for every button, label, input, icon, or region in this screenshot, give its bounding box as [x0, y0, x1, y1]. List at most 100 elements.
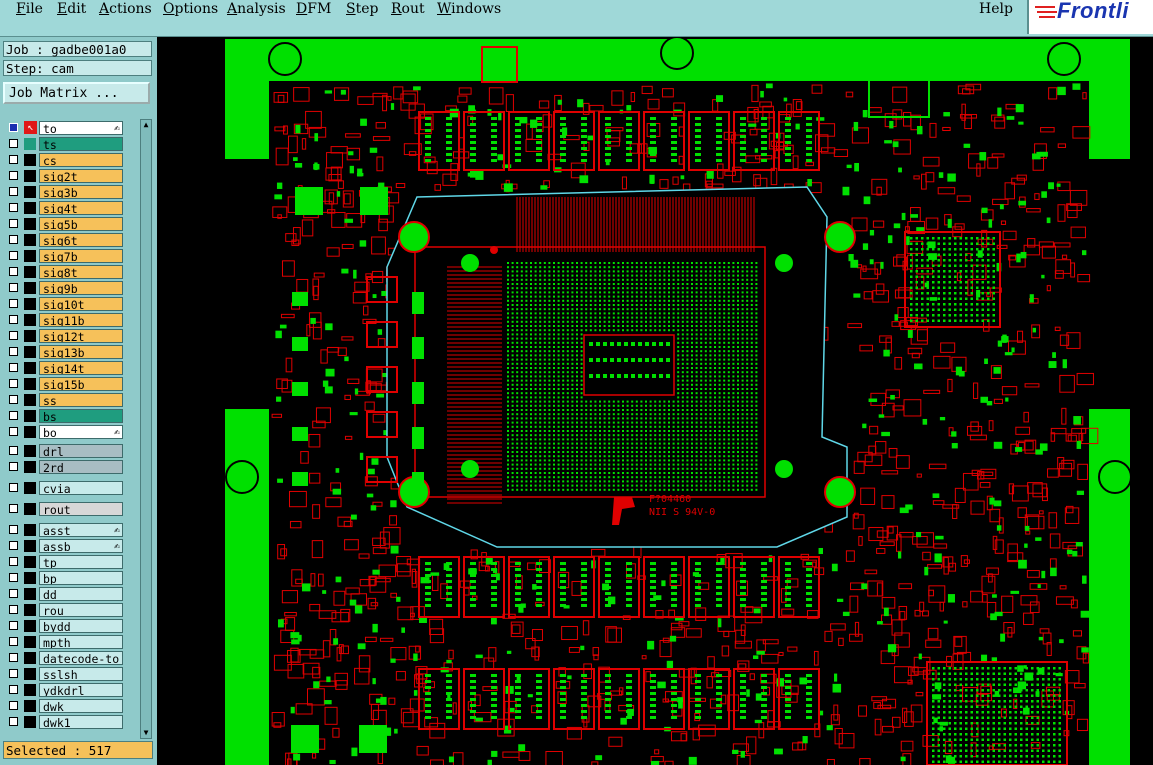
graphic-canvas[interactable]: F?04460 NII S 94V-0 — [157, 37, 1153, 765]
affected-marker-icon[interactable] — [9, 123, 18, 132]
layer-checkbox[interactable] — [9, 701, 18, 710]
layer-row-drl[interactable]: drl — [4, 444, 124, 458]
menu-windows[interactable]: Windows — [437, 0, 501, 18]
layer-row-bydd[interactable]: bydd — [4, 619, 124, 633]
layer-row-ydkdrl[interactable]: ydkdrl — [4, 683, 124, 697]
layer-visibility-box[interactable] — [24, 700, 36, 712]
layer-row-sig6t[interactable]: sig6t — [4, 233, 124, 247]
layer-visibility-box[interactable] — [24, 572, 36, 584]
layer-visibility-box[interactable] — [24, 298, 36, 310]
layer-name[interactable]: datecode-to — [39, 651, 123, 665]
layer-row-sslsh[interactable]: sslsh — [4, 667, 124, 681]
layer-checkbox[interactable] — [9, 203, 18, 212]
layer-row-cs[interactable]: cs — [4, 153, 124, 167]
layer-visibility-box[interactable] — [24, 266, 36, 278]
layer-checkbox[interactable] — [9, 589, 18, 598]
layer-row-rou[interactable]: rou — [4, 603, 124, 617]
layer-checkbox[interactable] — [9, 525, 18, 534]
layer-name[interactable]: sig5b — [39, 217, 123, 231]
layer-checkbox[interactable] — [9, 685, 18, 694]
layer-row-sig13b[interactable]: sig13b — [4, 345, 124, 359]
layer-name[interactable]: sig11b — [39, 313, 123, 327]
layer-visibility-box[interactable] — [24, 604, 36, 616]
layer-row-datecode-to[interactable]: datecode-to — [4, 651, 124, 665]
layer-checkbox[interactable] — [9, 171, 18, 180]
layer-row-cvia[interactable]: cvia — [4, 481, 124, 495]
menu-rout[interactable]: Rout — [391, 0, 425, 18]
layer-visibility-box[interactable] — [24, 202, 36, 214]
layer-visibility-box[interactable] — [24, 410, 36, 422]
menu-help[interactable]: Help — [979, 0, 1013, 18]
layer-name[interactable]: sig4t — [39, 201, 123, 215]
layer-visibility-box[interactable] — [24, 620, 36, 632]
layer-name[interactable]: rout — [39, 502, 123, 516]
menu-options[interactable]: Options — [163, 0, 218, 18]
layer-row-sig7b[interactable]: sig7b — [4, 249, 124, 263]
layer-row-sig11b[interactable]: sig11b — [4, 313, 124, 327]
layer-name[interactable]: ydkdrl — [39, 683, 123, 697]
work-layer-arrow-icon[interactable]: ↖ — [24, 121, 37, 134]
layer-name[interactable]: sslsh — [39, 667, 123, 681]
layer-row-mpth[interactable]: mpth — [4, 635, 124, 649]
layer-name[interactable]: sig8t — [39, 265, 123, 279]
layer-visibility-box[interactable] — [24, 636, 36, 648]
layer-name[interactable]: 2rd — [39, 460, 123, 474]
layer-name[interactable]: ss — [39, 393, 123, 407]
layer-row-2rd[interactable]: 2rd — [4, 460, 124, 474]
layer-name[interactable]: bo ✍ — [39, 425, 123, 439]
layer-checkbox[interactable] — [9, 235, 18, 244]
layer-visibility-box[interactable] — [24, 314, 36, 326]
layer-name[interactable]: bydd — [39, 619, 123, 633]
menu-step[interactable]: Step — [346, 0, 378, 18]
layer-row-sig9b[interactable]: sig9b — [4, 281, 124, 295]
layer-name[interactable]: drl — [39, 444, 123, 458]
layer-visibility-box[interactable] — [24, 346, 36, 358]
layer-checkbox[interactable] — [9, 637, 18, 646]
layer-row-sig5b[interactable]: sig5b — [4, 217, 124, 231]
layer-visibility-box[interactable] — [24, 588, 36, 600]
layer-name[interactable]: bs — [39, 409, 123, 423]
layer-visibility-box[interactable] — [24, 394, 36, 406]
layer-visibility-box[interactable] — [24, 540, 36, 552]
layer-row-dwk1[interactable]: dwk1 — [4, 715, 124, 729]
layer-visibility-box[interactable] — [24, 330, 36, 342]
layer-checkbox[interactable] — [9, 573, 18, 582]
layer-checkbox[interactable] — [9, 283, 18, 292]
layer-row-bo[interactable]: bo ✍ — [4, 425, 124, 439]
layer-name[interactable]: sig12t — [39, 329, 123, 343]
layer-checkbox[interactable] — [9, 251, 18, 260]
layer-checkbox[interactable] — [9, 411, 18, 420]
scroll-up-icon[interactable]: ▲ — [141, 120, 151, 130]
layer-visibility-box[interactable] — [24, 716, 36, 728]
layer-name[interactable]: asst ✍ — [39, 523, 123, 537]
layer-visibility-box[interactable] — [24, 378, 36, 390]
layer-name[interactable]: mpth — [39, 635, 123, 649]
layer-row-to[interactable]: ↖ to ✍ — [4, 121, 124, 135]
layer-checkbox[interactable] — [9, 219, 18, 228]
layer-row-sig10t[interactable]: sig10t — [4, 297, 124, 311]
menu-file[interactable]: File — [16, 0, 43, 18]
layer-checkbox[interactable] — [9, 605, 18, 614]
layer-visibility-box[interactable] — [24, 426, 36, 438]
layer-row-sig8t[interactable]: sig8t — [4, 265, 124, 279]
layer-name[interactable]: assb ✍ — [39, 539, 123, 553]
layer-checkbox[interactable] — [9, 155, 18, 164]
layer-row-sig3b[interactable]: sig3b — [4, 185, 124, 199]
layer-row-sig12t[interactable]: sig12t — [4, 329, 124, 343]
layer-name[interactable]: sig14t — [39, 361, 123, 375]
layer-row-sig4t[interactable]: sig4t — [4, 201, 124, 215]
layer-name[interactable]: sig13b — [39, 345, 123, 359]
pcb-board-view[interactable]: F?04460NII S 94V-0 — [157, 37, 1153, 765]
layer-name[interactable]: sig10t — [39, 297, 123, 311]
layer-list-scrollbar[interactable]: ▲ ▼ — [140, 119, 152, 739]
layer-checkbox[interactable] — [9, 483, 18, 492]
menu-actions[interactable]: Actions — [99, 0, 152, 18]
layer-checkbox[interactable] — [9, 331, 18, 340]
layer-visibility-box[interactable] — [24, 445, 36, 457]
menu-edit[interactable]: Edit — [57, 0, 86, 18]
layer-row-asst[interactable]: asst ✍ — [4, 523, 124, 537]
layer-checkbox[interactable] — [9, 139, 18, 148]
scroll-down-icon[interactable]: ▼ — [141, 728, 151, 738]
layer-checkbox[interactable] — [9, 446, 18, 455]
layer-row-sig15b[interactable]: sig15b — [4, 377, 124, 391]
